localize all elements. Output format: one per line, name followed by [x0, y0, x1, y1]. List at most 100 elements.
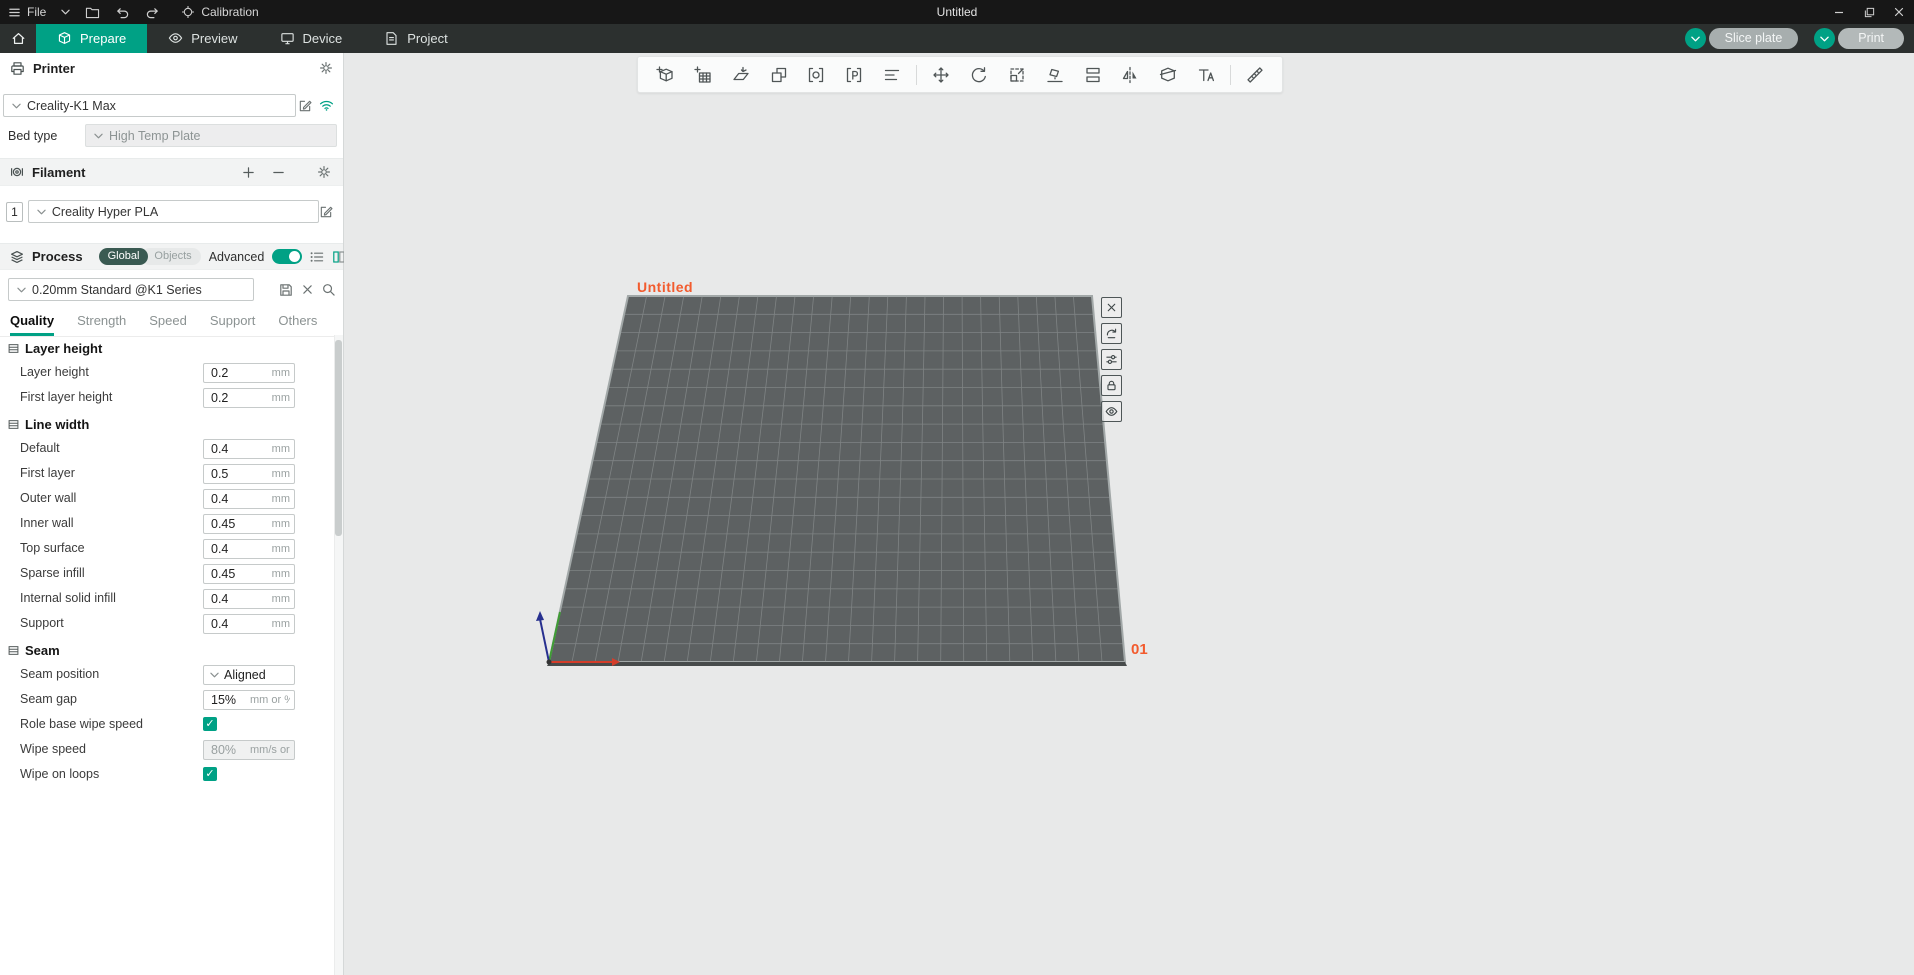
scrollbar-track[interactable] [334, 335, 343, 975]
tab-preview[interactable]: Preview [147, 24, 258, 53]
param-value: 0.4 [211, 442, 229, 456]
lay-on-face-icon[interactable] [722, 57, 760, 93]
remove-filament-icon[interactable] [272, 166, 285, 179]
search-icon[interactable] [322, 283, 335, 296]
move-icon[interactable] [922, 57, 960, 93]
rotate-icon[interactable] [960, 57, 998, 93]
build-plate[interactable] [344, 53, 1914, 975]
param-input[interactable]: 0.4 mm [203, 489, 295, 509]
tab-prepare[interactable]: Prepare [36, 24, 148, 53]
param-input[interactable]: 0.45 mm [203, 564, 295, 584]
wifi-icon[interactable] [319, 100, 334, 111]
filament-settings-gear-icon[interactable] [317, 165, 331, 179]
edit-printer-icon[interactable] [298, 99, 312, 113]
add-plate-icon[interactable] [684, 57, 722, 93]
tab-speed[interactable]: Speed [149, 313, 187, 336]
lay-flat-icon[interactable] [1036, 57, 1074, 93]
add-model-icon[interactable] [646, 57, 684, 93]
print-dropdown-button[interactable] [1814, 28, 1836, 49]
arrange-icon[interactable] [873, 57, 911, 93]
bed-type-select[interactable]: High Temp Plate [85, 124, 337, 147]
file-menu-button[interactable]: File [8, 5, 46, 19]
file-menu-caret[interactable] [61, 9, 71, 15]
param-input[interactable]: 0.2 mm [203, 363, 295, 383]
param-row: Outer wall 0.4 mm [0, 487, 343, 512]
plate-settings-icon[interactable] [1101, 349, 1122, 370]
process-preset-select[interactable]: 0.20mm Standard @K1 Series [8, 278, 254, 301]
tab-project[interactable]: Project [363, 24, 468, 53]
scope-global-button[interactable]: Global [98, 248, 149, 265]
param-input[interactable]: 0.2 mm [203, 388, 295, 408]
maximize-button[interactable] [1854, 0, 1884, 24]
measure-icon[interactable] [1236, 57, 1274, 93]
split-icon[interactable] [1074, 57, 1112, 93]
param-input[interactable]: 0.4 mm [203, 539, 295, 559]
print-button[interactable]: Print [1838, 28, 1904, 49]
param-row: Internal solid infill 0.4 mm [0, 587, 343, 612]
param-input[interactable]: 15% mm or % [203, 690, 295, 710]
section-icon [8, 343, 19, 354]
calibration-button[interactable]: Calibration [181, 5, 259, 19]
minimize-button[interactable] [1824, 0, 1854, 24]
viewport-3d[interactable]: Untitled 01 [344, 53, 1914, 975]
tab-support[interactable]: Support [210, 313, 256, 336]
tab-device[interactable]: Device [259, 24, 364, 53]
filament-select-row: 1 Creality Hyper PLA [6, 200, 337, 223]
text-icon[interactable] [1187, 57, 1225, 93]
window-title: Untitled [936, 5, 978, 19]
scope-objects-button[interactable]: Objects [141, 248, 201, 265]
param-input[interactable]: 0.45 mm [203, 514, 295, 534]
delete-plate-icon[interactable] [1101, 297, 1122, 318]
close-button[interactable] [1884, 0, 1914, 24]
param-value: 0.4 [211, 542, 229, 556]
param-select[interactable]: Aligned [203, 665, 295, 685]
chevron-down-icon [61, 9, 71, 15]
advanced-toggle[interactable] [272, 249, 303, 264]
cut-icon[interactable] [1149, 57, 1187, 93]
bed-type-label: Bed type [8, 128, 58, 143]
printer-settings-gear-icon[interactable] [319, 61, 333, 75]
orient-plate-icon[interactable] [1101, 323, 1122, 344]
slice-plate-button[interactable]: Slice plate [1708, 28, 1799, 49]
lock-plate-icon[interactable] [1101, 375, 1122, 396]
plate-visibility-icon[interactable] [1101, 401, 1122, 422]
paste-icon[interactable] [835, 57, 873, 93]
filament-select[interactable]: Creality Hyper PLA [27, 200, 319, 223]
clear-preset-icon[interactable] [302, 284, 313, 295]
param-checkbox[interactable]: ✓ [203, 767, 217, 781]
tab-others[interactable]: Others [278, 313, 317, 336]
section-title: Line width [25, 416, 90, 432]
scale-icon[interactable] [998, 57, 1036, 93]
printer-select[interactable]: Creality-K1 Max [3, 94, 296, 117]
main-tabbar: Prepare Preview Device Project Slice pla… [0, 24, 1914, 53]
scrollbar-thumb[interactable] [335, 340, 342, 536]
tab-quality[interactable]: Quality [10, 313, 55, 336]
param-row: Wipe on loops ✓ [0, 763, 343, 788]
edit-filament-icon[interactable] [319, 205, 337, 219]
param-input[interactable]: 0.4 mm [203, 439, 295, 459]
param-input[interactable]: 0.4 mm [203, 589, 295, 609]
tab-strength[interactable]: Strength [77, 313, 126, 336]
save-preset-icon[interactable] [279, 283, 293, 297]
param-input[interactable]: 0.5 mm [203, 464, 295, 484]
filament-slot-number[interactable]: 1 [6, 201, 23, 222]
param-label: Inner wall [20, 516, 74, 530]
copy-icon[interactable] [798, 57, 836, 93]
bed-type-value: High Temp Plate [109, 128, 201, 143]
param-row: First layer height 0.2 mm [0, 386, 343, 411]
param-unit: mm [271, 593, 290, 605]
clone-icon[interactable] [760, 57, 798, 93]
slice-dropdown-button[interactable] [1684, 28, 1706, 49]
mirror-icon[interactable] [1112, 57, 1150, 93]
param-input[interactable]: 0.4 mm [203, 614, 295, 634]
redo-button[interactable] [145, 6, 160, 19]
undo-button[interactable] [115, 6, 130, 19]
home-button[interactable] [0, 24, 36, 53]
add-filament-icon[interactable] [242, 166, 255, 179]
param-value: 0.4 [211, 492, 229, 506]
param-row: Top surface 0.4 mm [0, 537, 343, 562]
param-checkbox[interactable]: ✓ [203, 717, 217, 731]
param-row: Support 0.4 mm [0, 612, 343, 637]
open-file-button[interactable] [85, 6, 100, 19]
param-list-icon[interactable] [310, 250, 324, 264]
